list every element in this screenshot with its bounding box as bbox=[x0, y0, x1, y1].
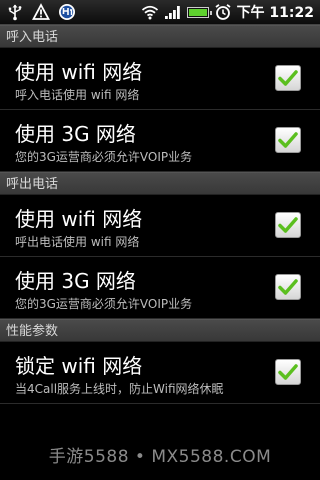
pref-title: 使用 wifi 网络 bbox=[15, 207, 143, 231]
pref-outgoing-3g[interactable]: 使用 3G 网络 您的3G运营商必须允许VOIP业务 bbox=[0, 257, 320, 319]
checkmark-icon bbox=[278, 217, 298, 233]
checkbox-incoming-wifi[interactable] bbox=[275, 65, 301, 91]
pref-incoming-3g[interactable]: 使用 3G 网络 您的3G运营商必须允许VOIP业务 bbox=[0, 110, 320, 172]
watermark-text: 手游5588 • MX5588.COM bbox=[48, 447, 272, 467]
pref-title: 使用 3G 网络 bbox=[15, 122, 136, 146]
checkbox-incoming-3g[interactable] bbox=[275, 127, 301, 153]
alarm-icon bbox=[214, 3, 232, 21]
checkmark-icon bbox=[278, 364, 298, 380]
battery-icon bbox=[186, 6, 212, 18]
pref-summary: 当4Call服务上线时，防止Wifi网络休眠 bbox=[15, 382, 224, 396]
status-bar: 下午 11:22 bbox=[0, 0, 320, 25]
status-clock: 下午 11:22 bbox=[236, 5, 314, 21]
pref-summary: 呼出电话使用 wifi 网络 bbox=[15, 235, 140, 249]
pref-summary: 呼入电话使用 wifi 网络 bbox=[15, 88, 140, 102]
wifi-icon bbox=[141, 3, 159, 21]
preference-list: 呼入电话 使用 wifi 网络 呼入电话使用 wifi 网络 使用 3G 网络 … bbox=[0, 25, 320, 429]
pref-incoming-wifi[interactable]: 使用 wifi 网络 呼入电话使用 wifi 网络 bbox=[0, 48, 320, 110]
warning-icon bbox=[31, 3, 51, 21]
pref-title: 锁定 wifi 网络 bbox=[15, 354, 143, 378]
pref-lock-wifi[interactable]: 锁定 wifi 网络 当4Call服务上线时，防止Wifi网络休眠 bbox=[0, 342, 320, 404]
system-icons: 下午 11:22 bbox=[141, 2, 320, 22]
watermark-bar: 手游5588 • MX5588.COM bbox=[0, 429, 320, 480]
usb-icon bbox=[6, 3, 24, 21]
pref-title: 使用 wifi 网络 bbox=[15, 60, 143, 84]
notification-icons bbox=[0, 3, 76, 21]
checkbox-outgoing-3g[interactable] bbox=[275, 274, 301, 300]
section-header-performance: 性能参数 bbox=[0, 319, 320, 342]
pref-summary: 您的3G运营商必须允许VOIP业务 bbox=[15, 150, 193, 164]
section-header-outgoing: 呼出电话 bbox=[0, 172, 320, 195]
app-call-icon bbox=[58, 3, 76, 21]
signal-icon bbox=[164, 3, 182, 21]
checkmark-icon bbox=[278, 132, 298, 148]
pref-summary: 您的3G运营商必须允许VOIP业务 bbox=[15, 297, 193, 311]
checkmark-icon bbox=[278, 70, 298, 86]
checkbox-outgoing-wifi[interactable] bbox=[275, 212, 301, 238]
pref-title: 使用 3G 网络 bbox=[15, 269, 136, 293]
checkbox-lock-wifi[interactable] bbox=[275, 359, 301, 385]
checkmark-icon bbox=[278, 279, 298, 295]
section-header-incoming: 呼入电话 bbox=[0, 25, 320, 48]
pref-outgoing-wifi[interactable]: 使用 wifi 网络 呼出电话使用 wifi 网络 bbox=[0, 195, 320, 257]
